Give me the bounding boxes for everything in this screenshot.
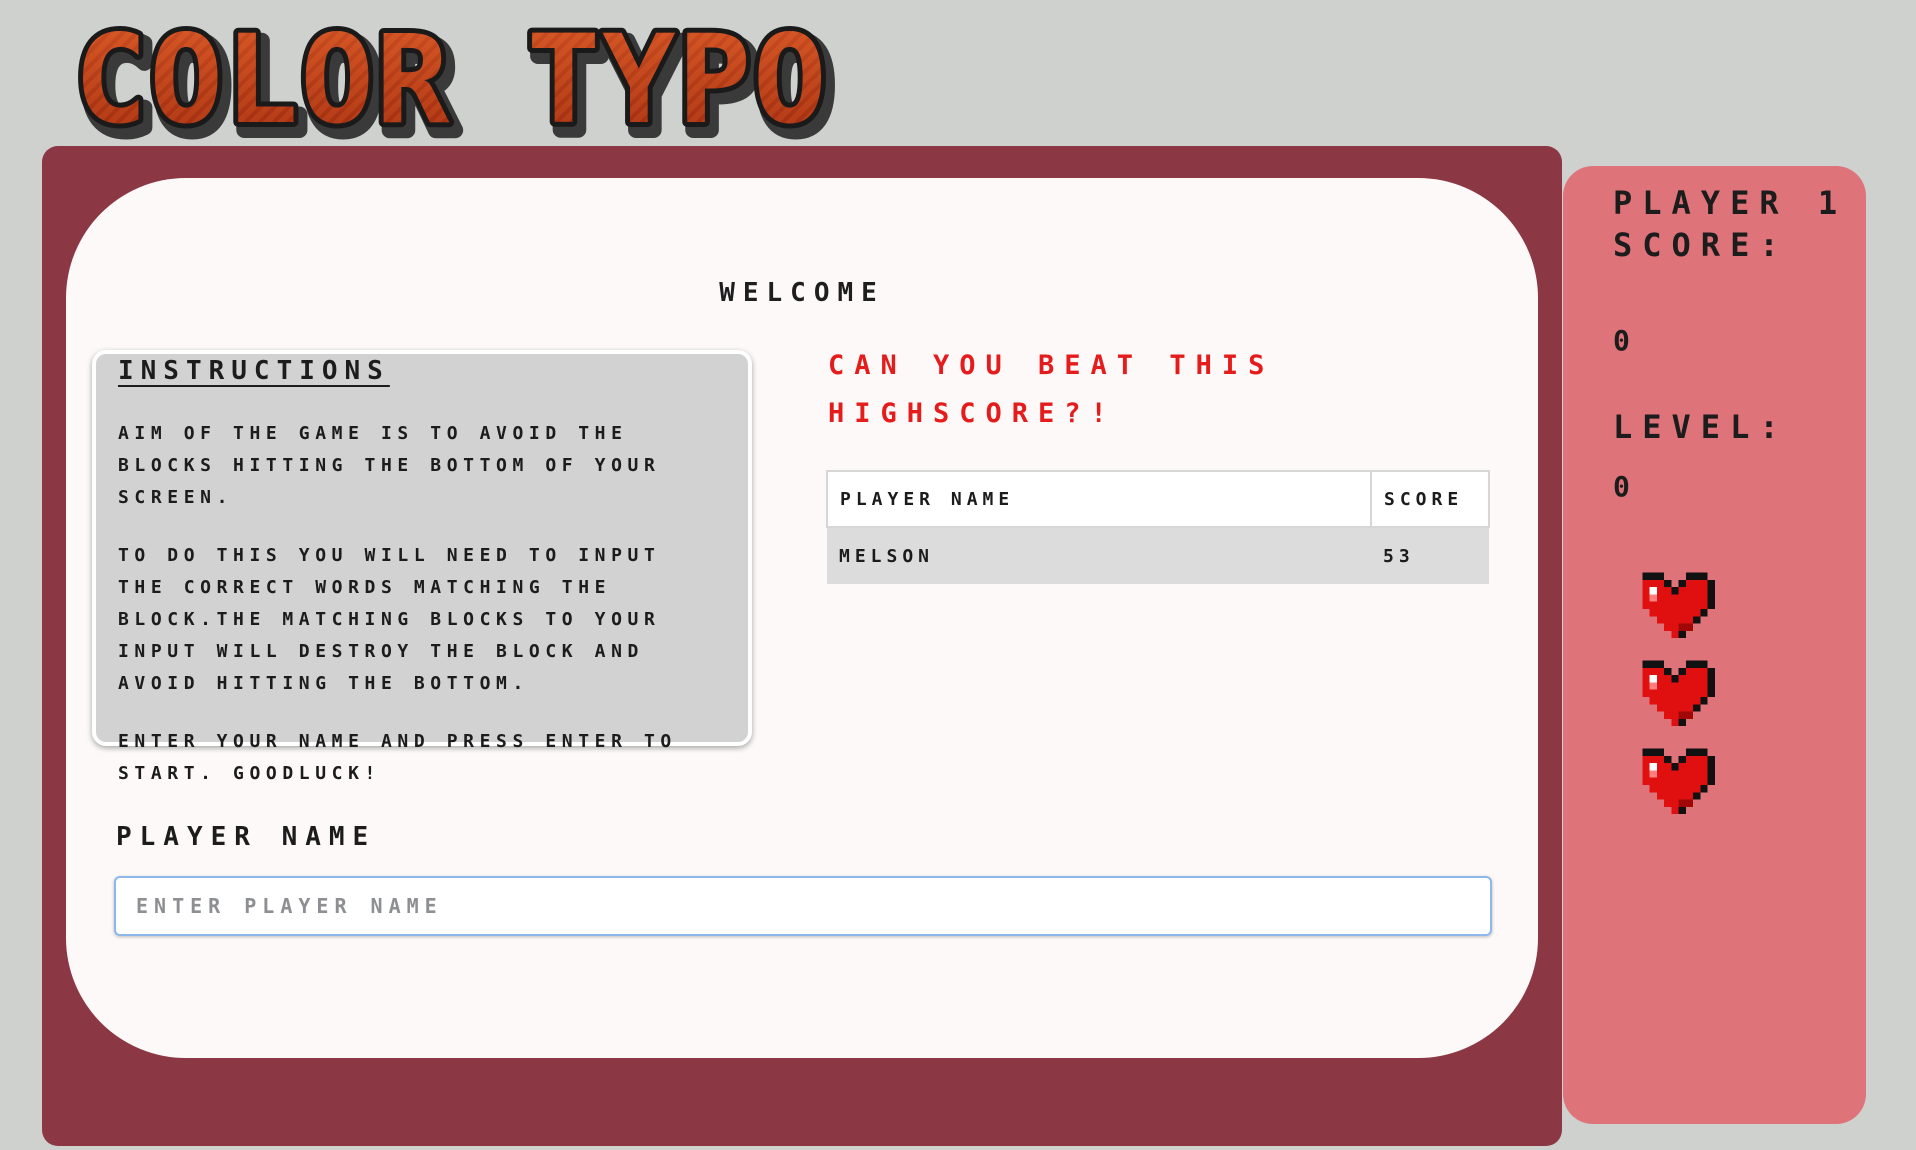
stats-panel: Player 1 Score: 0 Level: 0 xyxy=(1563,166,1866,1124)
highscore-title: Can you beat this highscore?! xyxy=(828,350,1275,429)
instructions-paragraph: Enter your name and press enter to start… xyxy=(118,731,677,784)
player-score-label: Player 1 Score: xyxy=(1613,184,1848,264)
main-panel: Welcome Instructions Aim of the game is … xyxy=(42,146,1562,1146)
column-header-score: Score xyxy=(1370,470,1490,528)
instructions-title: Instructions xyxy=(118,356,390,386)
player-name-input[interactable] xyxy=(114,876,1492,936)
level-label: Level: xyxy=(1613,408,1789,446)
welcome-heading: Welcome xyxy=(719,278,885,308)
heart-icon xyxy=(1635,748,1715,815)
row-player-name: Melson xyxy=(827,527,1371,584)
player-name-label: Player Name xyxy=(116,822,377,852)
instructions-paragraph: To do this you will need to input the co… xyxy=(118,545,661,694)
level-value: 0 xyxy=(1613,470,1630,503)
heart-icon xyxy=(1635,660,1715,727)
game-card: Welcome Instructions Aim of the game is … xyxy=(66,178,1538,1058)
row-score: 53 xyxy=(1371,527,1489,584)
table-row: Melson 53 xyxy=(827,527,1489,584)
instructions-box: Instructions Aim of the game is to avoid… xyxy=(92,350,752,784)
table-header-row: Player Name Score xyxy=(826,470,1490,528)
player-score-value: 0 xyxy=(1613,324,1630,357)
instructions-paragraph: Aim of the game is to avoid the blocks h… xyxy=(118,423,661,508)
column-header-player-name: Player Name xyxy=(826,470,1372,528)
highscore-table: Player Name Score Melson 53 xyxy=(826,470,1490,584)
color-typo-logo: COLOR TYPO COLOR TYPO COLOR TYPO xyxy=(70,12,841,142)
heart-icon xyxy=(1635,572,1715,639)
svg-text:COLOR TYPO: COLOR TYPO xyxy=(74,12,829,142)
